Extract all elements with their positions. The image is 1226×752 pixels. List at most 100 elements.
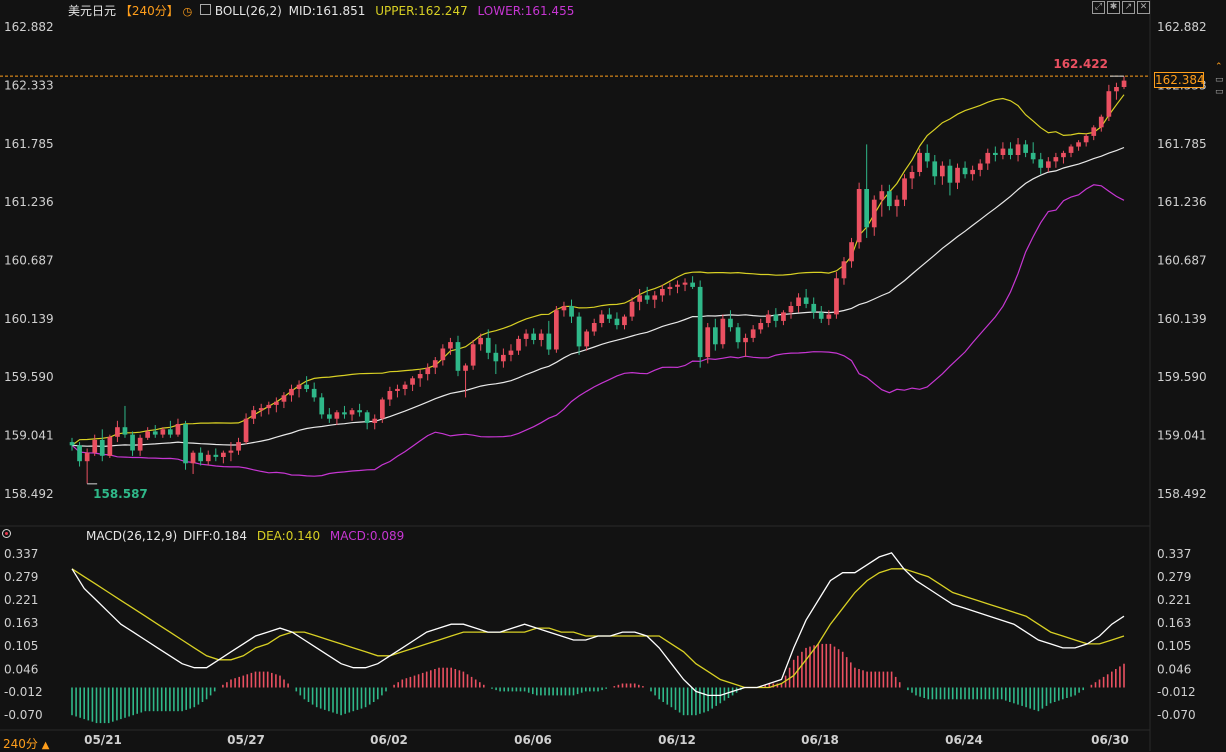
candle-body [713,327,718,345]
candle-body [448,342,453,349]
macd-axis-label-right: -0.012 [1157,685,1196,699]
chart-background [0,0,1226,751]
candle-body [750,329,756,338]
macd-axis-label-right: 0.279 [1157,570,1191,584]
clock-icon[interactable]: ◷ [183,5,193,18]
macd-axis-label-right: -0.070 [1157,708,1196,722]
candle-body [917,152,922,172]
period-selector[interactable]: 240分 ▲ [3,735,49,752]
macd-axis-label-right: 0.163 [1157,616,1191,630]
candle-body [455,342,461,371]
candle-body [274,401,279,405]
candle-body [667,286,673,289]
candle-body [720,318,726,345]
price-axis-label-right: 161.236 [1157,195,1207,209]
date-label: 06/12 [658,733,696,747]
candle-body [879,191,885,200]
candle-body [728,318,733,328]
candle-body [357,410,362,413]
candle-body [160,429,166,435]
macd-axis-label-left: 0.221 [4,593,38,607]
price-axis-label-right: 159.041 [1157,429,1207,443]
candle-body [327,414,332,419]
candle-body [395,388,400,391]
candle-body [569,306,574,317]
candle-body [334,412,340,419]
candle-body [501,354,506,362]
scroll-up-icon[interactable]: ⌃ [1215,63,1225,72]
price-axis-label-right: 161.785 [1157,137,1207,151]
price-axis-label-left: 160.139 [4,312,54,326]
settings-icon[interactable]: ✱ [1107,1,1120,14]
candle-body [697,286,703,358]
macd-axis-label-left: 0.279 [4,570,38,584]
date-label: 06/18 [801,733,839,747]
candle-body [84,452,90,462]
date-label: 06/06 [514,733,552,747]
candle-body [1015,144,1021,155]
candle-body [924,152,930,162]
candle-body [940,165,945,177]
candle-body [1061,152,1066,158]
candle-body [1098,116,1104,128]
indicator-icon[interactable] [200,4,212,15]
candle-body [690,282,695,287]
candle-body [364,412,370,423]
candle-body [894,199,900,207]
export-icon[interactable]: ↗ [1122,1,1135,14]
candle-body [243,418,249,443]
side-tool-icon-1[interactable]: ▭ [1215,76,1225,85]
candle-body [152,431,158,435]
candle-body [107,436,113,456]
candle-body [281,395,287,402]
macd-panel-marker[interactable] [2,529,11,538]
candle-body [175,424,181,435]
maximize-icon[interactable]: ⤢ [1092,1,1105,14]
candle-body [773,314,779,321]
candle-body [342,412,347,415]
period-label[interactable]: 【240分】 [120,4,179,18]
candle-body [803,297,809,304]
candle-body [1023,144,1028,153]
candle-body [947,165,953,183]
candle-body [1083,135,1089,143]
candle-body [1121,80,1127,87]
candle-body [417,374,423,379]
pair-name: 美元日元 [68,4,117,18]
candle-body [735,327,741,343]
boll-name: BOLL(26,2) [214,4,282,18]
candle-body [796,297,801,306]
price-axis-label-left: 160.687 [4,254,54,268]
price-axis-label-right: 160.687 [1157,254,1207,268]
candle-body [372,418,378,423]
candle-body [493,352,499,362]
close-icon[interactable]: ✕ [1137,1,1150,14]
candle-body [1076,142,1081,147]
side-tool-icon-2[interactable]: ▭ [1215,88,1225,97]
macd-value: MACD:0.089 [329,529,405,543]
candle-body [743,337,748,343]
candle-body [614,318,620,326]
date-label: 06/24 [945,733,983,747]
candle-body [236,442,241,451]
candle-body [811,303,817,313]
price-axis-label-right: 160.139 [1157,312,1207,326]
macd-axis-label-right: 0.221 [1157,593,1191,607]
macd-axis-label-left: -0.070 [4,708,43,722]
candle-body [902,178,907,200]
candle-body [145,431,150,438]
candle-body [221,452,226,457]
candle-body [1091,127,1097,136]
macd-axis-label-left: 0.105 [4,639,38,653]
price-axis-label-left: 159.590 [4,370,54,384]
candle-body [440,348,446,361]
candle-body [622,316,627,326]
candle-body [122,427,128,435]
candle-body [289,388,294,396]
candle-body [410,378,415,385]
candle-body [69,442,75,446]
price-axis-label-left: 159.041 [4,429,54,443]
candle-body [77,445,82,462]
candle-body [463,365,468,371]
candle-body [1053,157,1059,162]
